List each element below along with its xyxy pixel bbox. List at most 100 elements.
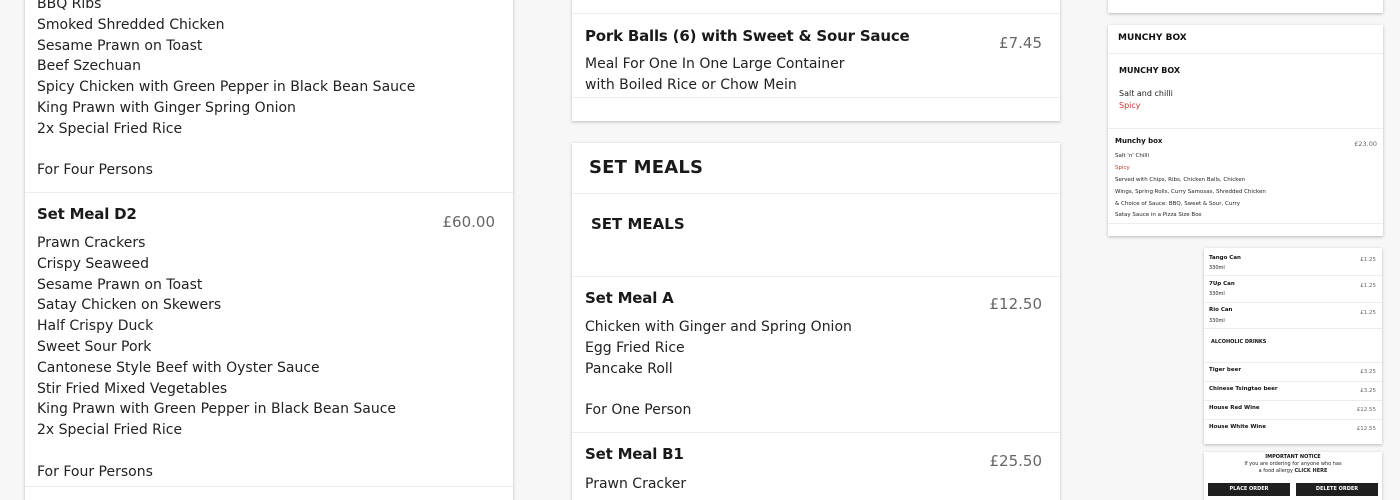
menu-item-set-meal-d2[interactable]: Set Meal D2: [37, 205, 495, 223]
divider: [572, 13, 1060, 14]
divider: [1204, 362, 1382, 363]
notice-text: If you are ordering for anyone who has: [1244, 461, 1342, 467]
item-line: Smoked Shredded Chicken: [37, 16, 225, 33]
divider: [572, 193, 1060, 194]
menu-item-drink[interactable]: House White Wine: [1209, 424, 1266, 430]
item-line: Satay Sauce in a Pizza Size Box: [1115, 212, 1202, 218]
order-notice-card: IMPORTANT NOTICE If you are ordering for…: [1204, 452, 1382, 500]
item-persons: For Four Persons: [37, 162, 153, 179]
item-line: & Choice of Sauce: BBQ, Sweet & Sour, Cu…: [1115, 201, 1240, 207]
item-line: Pancake Roll: [585, 360, 673, 377]
divider: [25, 486, 513, 487]
item-line: Beef Szechuan: [37, 58, 141, 75]
menu-item-drink[interactable]: Tiger beer: [1209, 367, 1241, 373]
item-line: Sesame Prawn on Toast: [37, 37, 203, 54]
item-line: Salt 'n' Chilli: [1115, 153, 1149, 159]
menu-item-previous[interactable]: BBQ Ribs Smoked Shredded Chicken Sesame …: [37, 0, 495, 181]
divider: [572, 432, 1060, 433]
place-order-button[interactable]: PLACE ORDER: [1208, 483, 1290, 496]
section-title: MUNCHY BOX: [1118, 33, 1187, 43]
divider: [572, 97, 1060, 98]
item-price: £25.50: [989, 452, 1043, 470]
divider: [1108, 128, 1383, 129]
divider: [1204, 302, 1382, 303]
item-line: King Prawn with Ginger Spring Onion: [37, 99, 296, 116]
item-price: £60.00: [442, 213, 496, 231]
notice-text-line2: a food allergy CLICK HERE: [1204, 468, 1382, 475]
menu-item-drink[interactable]: House Red Wine: [1209, 405, 1260, 411]
menu-item-munchy-box[interactable]: Munchy box: [1115, 137, 1162, 145]
item-price: £12.50: [989, 295, 1043, 313]
item-title: Pork Balls (6) with Sweet & Sour Sauce: [585, 27, 910, 45]
divider: [1108, 53, 1383, 54]
set-meals-card: SET MEALS SET MEALS Set Meal A £12.50 Ch…: [572, 143, 1060, 500]
divider: [1108, 223, 1383, 224]
item-price: £23.00: [1354, 140, 1377, 148]
item-line: Crispy Seaweed: [37, 255, 149, 272]
item-description: Prawn Crackers Crispy Seaweed Sesame Pra…: [37, 233, 495, 483]
divider: [1204, 381, 1382, 382]
divider: [25, 192, 513, 193]
menu-card-pork-balls: Pork Balls (6) with Sweet & Sour Sauce £…: [572, 0, 1060, 121]
allergy-link[interactable]: CLICK HERE: [1295, 468, 1328, 474]
divider: [1204, 328, 1382, 329]
item-line: Sweet Sour Pork: [37, 338, 152, 355]
item-line: Sesame Prawn on Toast: [37, 276, 203, 293]
item-line: Prawn Cracker: [585, 476, 687, 492]
spicy-label: Spicy: [1115, 165, 1130, 171]
item-price: £3.25: [1360, 388, 1376, 394]
item-persons: For Four Persons: [37, 463, 153, 480]
category-title: SET MEALS: [591, 215, 685, 233]
item-line: Served with Chips, Ribs, Chicken Balls, …: [1115, 177, 1246, 183]
item-size: 330ml: [1209, 318, 1225, 324]
item-description: Prawn Cracker: [585, 474, 1042, 495]
section-title: SET MEALS: [589, 157, 704, 178]
menu-item-drink[interactable]: Rio Can: [1209, 307, 1232, 313]
notice-text: a food allergy: [1258, 468, 1293, 474]
item-price: £12.55: [1356, 426, 1376, 432]
drinks-card: Tango Can £1.25 330ml 7Up Can £1.25 330m…: [1204, 248, 1382, 444]
item-line: BBQ Ribs: [37, 0, 102, 12]
item-size: 330ml: [1209, 291, 1225, 297]
item-line: Half Crispy Duck: [37, 318, 154, 335]
item-price: £12.55: [1356, 407, 1376, 413]
menu-item-drink[interactable]: 7Up Can: [1209, 281, 1235, 287]
item-persons: For One Person: [585, 402, 692, 419]
divider: [572, 276, 1060, 277]
item-line: Stir Fried Mixed Vegetables: [37, 380, 228, 397]
notice-title: IMPORTANT NOTICE: [1265, 454, 1321, 460]
item-line: Wings, Spring Rolls, Curry Samosas, Shre…: [1115, 189, 1266, 195]
item-price: £1.25: [1360, 283, 1376, 289]
spicy-label: Spicy: [1119, 101, 1141, 110]
item-line: with Boiled Rice or Chow Mein: [585, 76, 797, 93]
item-price: £3.25: [1360, 369, 1376, 375]
munchy-box-card: MUNCHY BOX MUNCHY BOX Salt and chilli Sp…: [1108, 25, 1383, 236]
menu-item-drink[interactable]: Chinese Tsingtao beer: [1209, 386, 1278, 392]
item-line: King Prawn with Green Pepper in Black Be…: [37, 401, 397, 418]
item-line: Chicken with Ginger and Spring Onion: [585, 319, 852, 335]
item-description: Meal For One In One Large Container with…: [585, 54, 1042, 96]
menu-item-set-meal-b1[interactable]: Set Meal B1: [585, 445, 1042, 463]
item-line: Prawn Crackers: [37, 235, 146, 251]
menu-item-drink[interactable]: Tango Can: [1209, 255, 1241, 261]
item-price: £1.25: [1360, 257, 1376, 263]
item-price: £7.45: [999, 34, 1042, 52]
cart-panel-top: [1108, 0, 1383, 13]
item-size: 330ml: [1209, 265, 1225, 271]
menu-item-set-meal-a[interactable]: Set Meal A: [585, 289, 1042, 307]
category-title: ALCOHOLIC DRINKS: [1211, 339, 1267, 345]
divider: [1204, 419, 1382, 420]
item-line: Egg Fried Rice: [585, 339, 685, 356]
item-line: 2x Special Fried Rice: [37, 422, 183, 439]
item-title: Set Meal D2: [37, 205, 137, 223]
item-title: Set Meal B1: [585, 445, 684, 463]
category-title: MUNCHY BOX: [1119, 66, 1181, 75]
category-note: Salt and chilli: [1119, 89, 1173, 98]
delete-order-button[interactable]: DELETE ORDER: [1296, 483, 1378, 496]
item-title: Set Meal A: [585, 289, 674, 307]
menu-item-pork-balls[interactable]: Pork Balls (6) with Sweet & Sour Sauce: [585, 27, 1042, 45]
item-line: 2x Special Fried Rice: [37, 120, 183, 137]
set-meals-card-left: BBQ Ribs Smoked Shredded Chicken Sesame …: [25, 0, 513, 500]
item-description: Chicken with Ginger and Spring Onion Egg…: [585, 317, 1042, 421]
item-line: Cantonese Style Beef with Oyster Sauce: [37, 359, 320, 376]
